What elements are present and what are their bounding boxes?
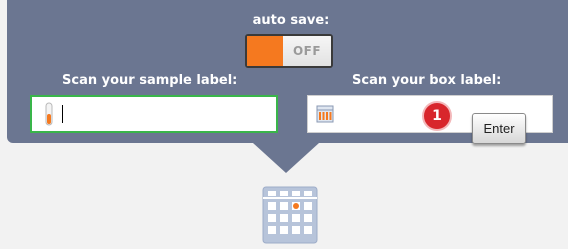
panel-pointer: [253, 143, 319, 173]
box-rack-icon: [316, 105, 334, 123]
box-label-heading: Scan your box label:: [352, 73, 502, 88]
toggle-state-label: OFF: [283, 36, 331, 66]
step-badge: 1: [422, 101, 452, 131]
toggle-on-segment: [247, 36, 283, 66]
box-grid-icon: [262, 186, 318, 244]
sample-label-heading: Scan your sample label:: [62, 73, 238, 88]
autosave-toggle[interactable]: OFF: [245, 34, 333, 68]
autosave-label: auto save:: [252, 13, 330, 28]
text-cursor: [62, 105, 63, 123]
sample-label-input[interactable]: [30, 95, 278, 133]
test-tube-icon: [45, 102, 53, 126]
enter-key[interactable]: Enter: [472, 113, 526, 144]
